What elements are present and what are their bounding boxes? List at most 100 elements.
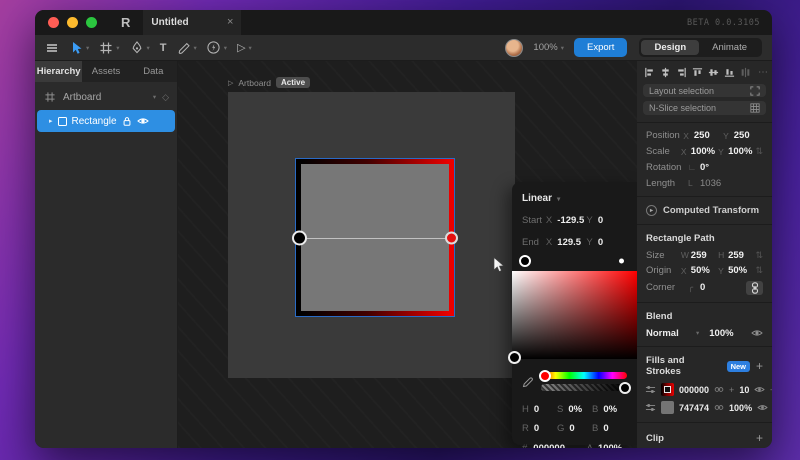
gradient-stop-start-handle[interactable]	[292, 230, 307, 245]
close-window-button[interactable]	[48, 17, 59, 28]
position-x-field[interactable]: 250	[694, 130, 723, 141]
tab-animate[interactable]: Animate	[699, 40, 760, 55]
chevron-down-icon[interactable]: ▾	[153, 93, 156, 101]
chevron-down-icon[interactable]: ▾	[249, 44, 252, 52]
align-right-icon[interactable]	[676, 67, 687, 78]
document-tab[interactable]: Untitled ×	[143, 10, 242, 35]
gradient-stop-black[interactable]	[519, 255, 531, 267]
select-tool[interactable]: ▾	[69, 41, 89, 55]
lock-icon[interactable]	[122, 116, 132, 127]
fill-row[interactable]: 747474 100% —	[637, 399, 772, 417]
saturation-brightness-area[interactable]	[508, 271, 637, 364]
scale-y-field[interactable]: 100%	[728, 146, 755, 157]
close-tab-icon[interactable]: ×	[227, 17, 233, 28]
stepper-icon[interactable]: ⇅	[755, 146, 763, 157]
align-bottom-icon[interactable]	[724, 67, 735, 78]
remove-icon[interactable]: —	[770, 384, 772, 395]
zoom-window-button[interactable]	[86, 17, 97, 28]
scale-x-field[interactable]: 100%	[691, 146, 718, 157]
b-field[interactable]: 0	[603, 423, 608, 434]
nslice-selection-button[interactable]: N-Slice selection	[643, 101, 766, 115]
h-field[interactable]: 0	[534, 404, 539, 415]
start-y-field[interactable]: 0	[598, 215, 627, 226]
computed-transform-section[interactable]: ▸ Computed Transform	[637, 202, 772, 219]
r-field[interactable]: 0	[534, 423, 539, 434]
fill-hex-field[interactable]: 747474	[679, 403, 709, 413]
add-fill-icon[interactable]: +	[756, 359, 763, 373]
chevron-down-icon[interactable]: ▾	[147, 44, 150, 52]
stroke-hex-field[interactable]: 000000	[679, 385, 709, 395]
tab-data[interactable]: Data	[130, 61, 177, 82]
align-middle-v-icon[interactable]	[708, 67, 719, 78]
alpha-knob[interactable]	[619, 381, 631, 394]
eye-icon[interactable]	[754, 385, 766, 394]
layout-selection-button[interactable]: Layout selection	[643, 84, 766, 98]
hue-slider[interactable]	[539, 369, 627, 382]
corner-link-button[interactable]	[746, 280, 763, 295]
main-menu-button[interactable]	[45, 41, 59, 55]
canvas[interactable]: ▷ Artboard Active Linear ▾ Start X -129.…	[178, 61, 637, 448]
distribute-icon[interactable]	[740, 67, 751, 78]
fill-color-swatch[interactable]	[661, 401, 674, 415]
tag-icon[interactable]: ◇	[162, 92, 169, 103]
blend-mode-dropdown[interactable]: Normal	[646, 328, 692, 339]
pencil-tool[interactable]: ▾	[177, 41, 197, 55]
stepper-icon[interactable]: ⇅	[755, 265, 763, 276]
color-cursor[interactable]	[508, 351, 521, 364]
alpha-field[interactable]: 100%	[598, 443, 622, 448]
minimize-window-button[interactable]	[67, 17, 78, 28]
gradient-stop-red[interactable]	[619, 258, 624, 264]
zoom-dropdown[interactable]: 100% ▾	[533, 42, 564, 53]
g-field[interactable]: 0	[569, 423, 574, 434]
chevron-down-icon[interactable]: ▾	[194, 44, 197, 52]
more-options-icon[interactable]: ⋯	[758, 67, 768, 78]
size-h-field[interactable]: 259	[728, 250, 755, 261]
alpha-slider[interactable]	[541, 381, 631, 394]
position-y-field[interactable]: 250	[734, 130, 763, 141]
artboard-label[interactable]: ▷ Artboard Active	[228, 77, 311, 88]
export-button[interactable]: Export	[573, 38, 628, 57]
origin-x-field[interactable]: 50%	[691, 265, 718, 276]
tree-item-rectangle[interactable]: ▸ Rectangle	[37, 110, 175, 132]
blend-opacity-field[interactable]: 100%	[709, 328, 742, 339]
link-icon[interactable]	[714, 385, 724, 394]
user-avatar[interactable]	[505, 38, 524, 57]
link-icon[interactable]	[714, 403, 724, 412]
size-w-field[interactable]: 259	[691, 250, 718, 261]
gradient-type-dropdown[interactable]: Linear ▾	[522, 193, 627, 204]
corner-field[interactable]: 0	[700, 282, 733, 293]
align-top-icon[interactable]	[692, 67, 703, 78]
align-center-h-icon[interactable]	[660, 67, 671, 78]
eye-icon[interactable]	[757, 403, 768, 412]
origin-y-field[interactable]: 50%	[728, 265, 755, 276]
b-field[interactable]: 0%	[603, 404, 617, 415]
fill-opacity-field[interactable]: 100%	[729, 403, 752, 413]
text-tool[interactable]: T	[160, 42, 167, 54]
tree-item-artboard[interactable]: Artboard ▾ ◇	[35, 85, 177, 109]
start-x-field[interactable]: -129.5	[557, 215, 586, 226]
eyedropper-icon[interactable]	[522, 376, 534, 388]
rectangle-shape[interactable]	[292, 159, 458, 316]
sliders-icon[interactable]	[645, 402, 656, 413]
chevron-down-icon[interactable]: ▾	[86, 44, 89, 52]
gradient-stop-end-handle[interactable]	[445, 231, 458, 244]
stroke-color-swatch[interactable]	[661, 383, 674, 397]
gradient-axis-line[interactable]	[299, 237, 451, 239]
align-left-icon[interactable]	[644, 67, 655, 78]
artboard-surface[interactable]	[228, 92, 515, 378]
eye-icon[interactable]	[136, 116, 149, 126]
tab-assets[interactable]: Assets	[82, 61, 129, 82]
stroke-width-field[interactable]: 10	[739, 385, 749, 395]
pen-tool[interactable]: ▾	[130, 41, 150, 55]
eye-icon[interactable]	[751, 328, 763, 338]
end-y-field[interactable]: 0	[598, 237, 627, 248]
hex-field[interactable]: 000000	[533, 443, 565, 448]
tab-design[interactable]: Design	[641, 40, 700, 55]
sliders-icon[interactable]	[645, 384, 656, 395]
artboard-tool[interactable]: ▾	[99, 41, 120, 55]
add-clip-icon[interactable]: +	[756, 431, 763, 445]
stroke-row[interactable]: 000000 + 10 —	[637, 380, 772, 398]
play-tool[interactable]: ▷ ▾	[237, 41, 252, 54]
states-tool[interactable]: ▾	[207, 41, 227, 55]
stepper-icon[interactable]: ⇅	[755, 250, 763, 261]
